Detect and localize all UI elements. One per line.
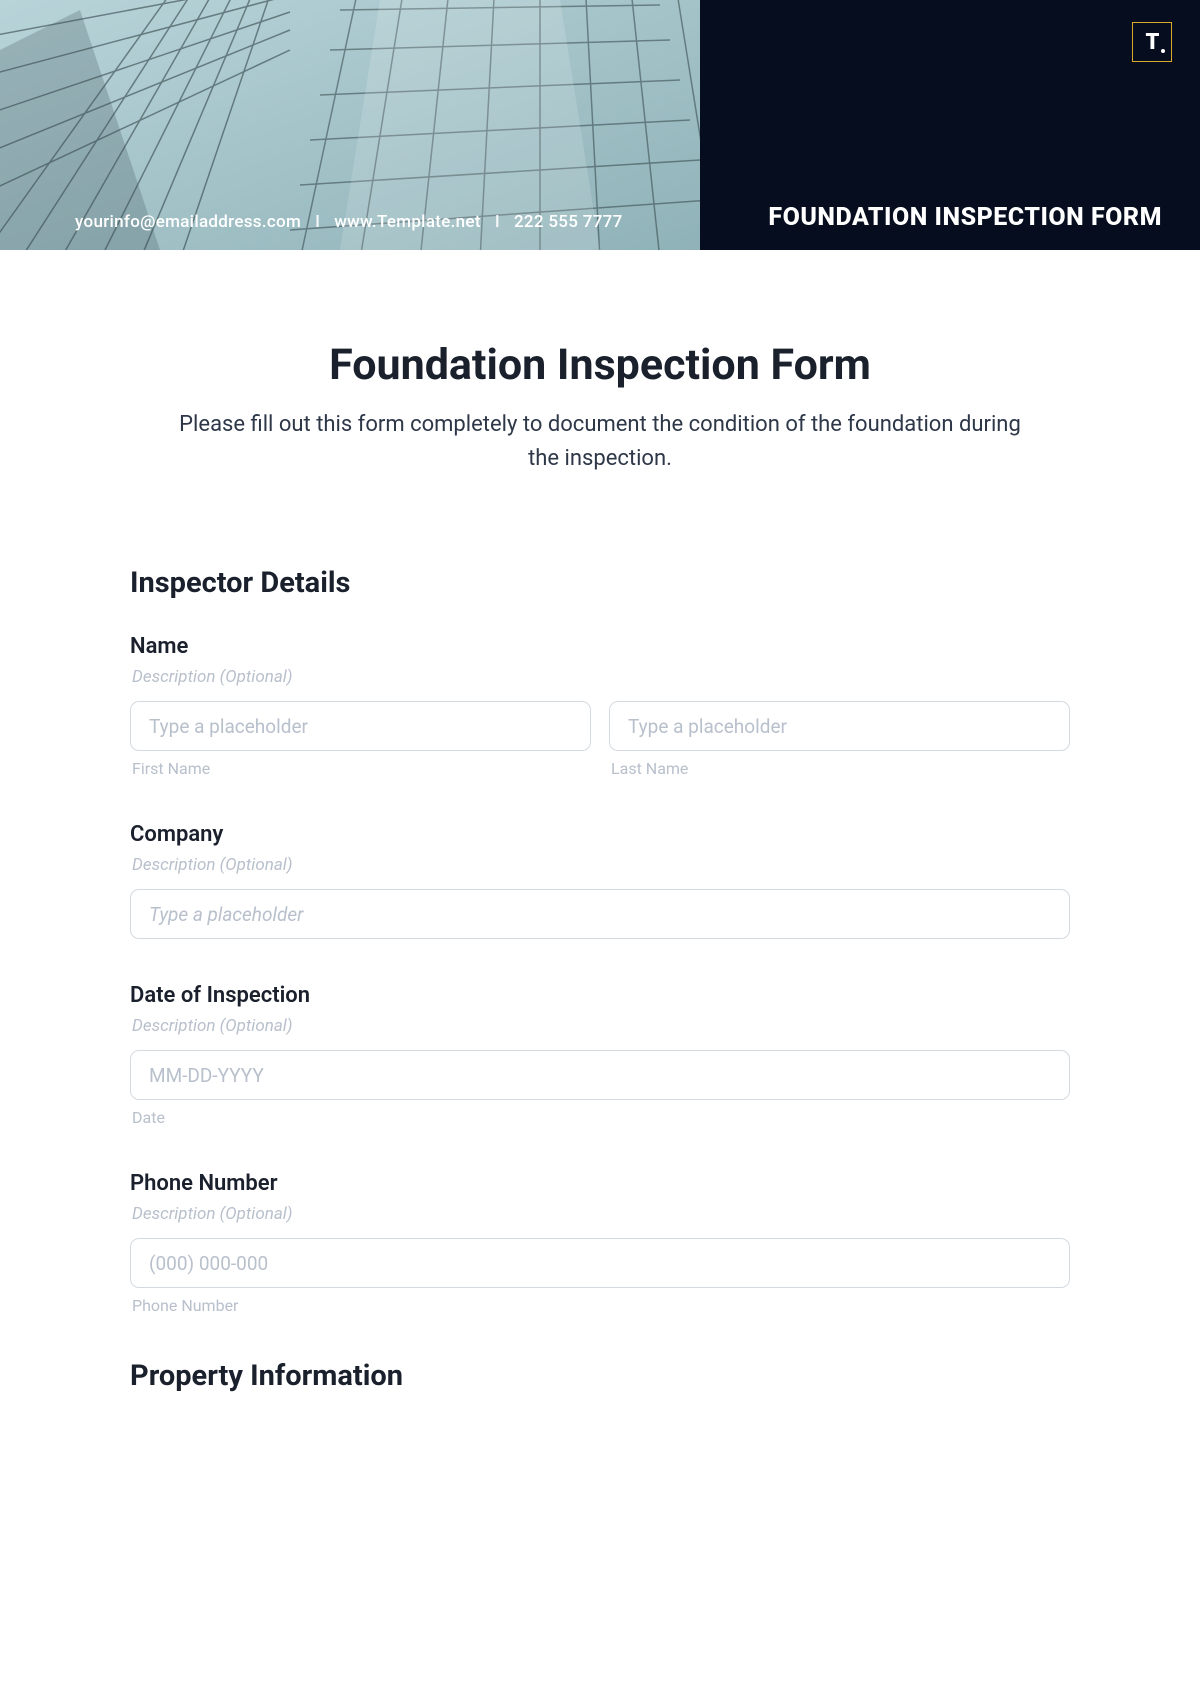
hero-email: yourinfo@emailaddress.com: [75, 212, 301, 232]
logo-dot: [1161, 49, 1165, 53]
page-title: Foundation Inspection Form: [130, 340, 1070, 390]
field-date: Date of Inspection Description (Optional…: [130, 983, 1070, 1127]
company-desc: Description (Optional): [130, 855, 1070, 875]
date-desc: Description (Optional): [130, 1016, 1070, 1036]
field-phone: Phone Number Description (Optional) Phon…: [130, 1171, 1070, 1315]
phone-sublabel: Phone Number: [130, 1296, 1070, 1315]
phone-input[interactable]: [130, 1238, 1070, 1288]
first-name-input[interactable]: [130, 701, 591, 751]
phone-desc: Description (Optional): [130, 1204, 1070, 1224]
separator: I: [495, 212, 500, 232]
date-sublabel: Date: [130, 1108, 1070, 1127]
hero-title: FOUNDATION INSPECTION FORM: [768, 203, 1162, 232]
last-name-input[interactable]: [609, 701, 1070, 751]
hero-image: yourinfo@emailaddress.com I www.Template…: [0, 0, 700, 250]
name-label: Name: [130, 634, 1070, 659]
company-input[interactable]: [130, 889, 1070, 939]
hero-right-panel: T FOUNDATION INSPECTION FORM: [700, 0, 1200, 250]
date-input[interactable]: [130, 1050, 1070, 1100]
hero-website: www.Template.net: [334, 212, 481, 232]
separator: I: [315, 212, 320, 232]
first-name-sublabel: First Name: [130, 759, 591, 778]
section-property-heading: Property Information: [130, 1359, 1070, 1393]
form-content: Foundation Inspection Form Please fill o…: [0, 250, 1200, 1467]
field-company: Company Description (Optional): [130, 822, 1070, 939]
logo-text: T: [1146, 30, 1159, 55]
field-name: Name Description (Optional) First Name L…: [130, 634, 1070, 778]
hero-phone: 222 555 7777: [514, 212, 623, 232]
name-desc: Description (Optional): [130, 667, 1070, 687]
logo: T: [1132, 22, 1172, 62]
company-label: Company: [130, 822, 1070, 847]
section-inspector-heading: Inspector Details: [130, 566, 1070, 600]
date-label: Date of Inspection: [130, 983, 1070, 1008]
phone-label: Phone Number: [130, 1171, 1070, 1196]
hero-banner: yourinfo@emailaddress.com I www.Template…: [0, 0, 1200, 250]
page-subtitle: Please fill out this form completely to …: [170, 408, 1030, 476]
last-name-sublabel: Last Name: [609, 759, 1070, 778]
hero-contact-line: yourinfo@emailaddress.com I www.Template…: [75, 212, 623, 232]
